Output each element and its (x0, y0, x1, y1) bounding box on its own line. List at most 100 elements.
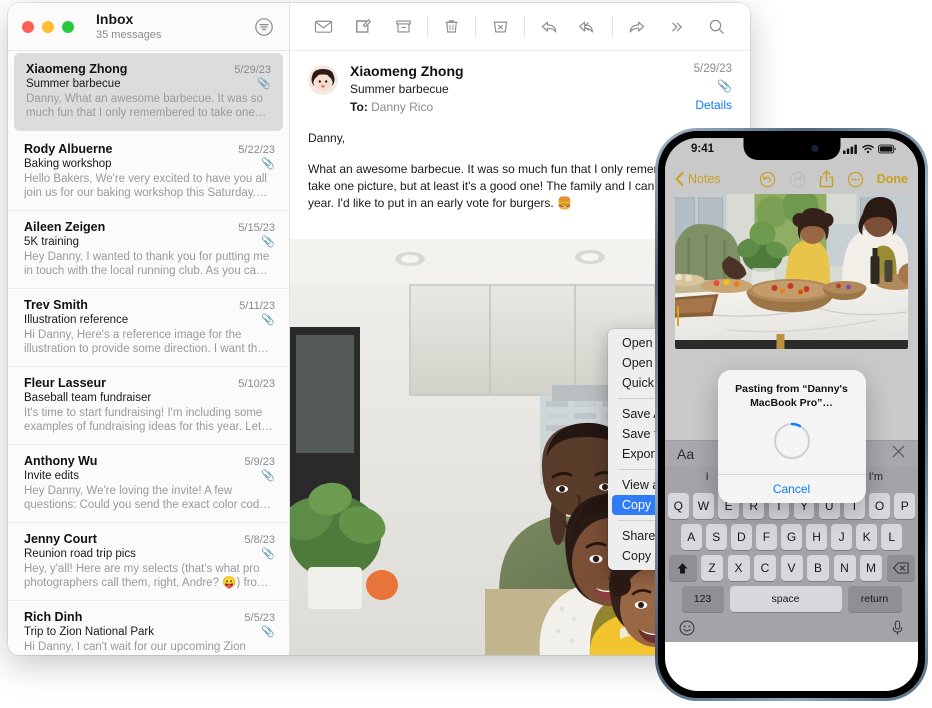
shift-key[interactable] (668, 555, 697, 581)
phone-bezel: 9:41 Notes Done Aa I I'm Q W E R T Y U I… (658, 131, 925, 698)
key-x[interactable]: X (727, 555, 750, 581)
key-l[interactable]: L (881, 524, 903, 550)
close-icon[interactable] (891, 444, 906, 463)
message-header: Xiaomeng Zhong Summer barbecue To: Danny… (290, 51, 750, 124)
close-window-button[interactable] (22, 20, 34, 33)
key-m[interactable]: M (860, 555, 882, 581)
cancel-button[interactable]: Cancel (718, 475, 866, 503)
list-item[interactable]: Anthony Wu 5/9/23 Invite edits 📎 Hey Danny, … (8, 445, 289, 523)
delete-icon[interactable] (432, 12, 472, 42)
paperclip-icon: 📎 (261, 469, 275, 482)
message-row-subject: Trip to Zion National Park 📎 (24, 626, 275, 638)
archive-icon[interactable] (383, 12, 423, 42)
status-time: 9:41 (691, 143, 715, 155)
junk-icon[interactable] (480, 12, 520, 42)
redo-icon[interactable] (789, 171, 806, 188)
message-count: 35 messages (96, 28, 162, 41)
message-sender: Rody Albuerne (24, 142, 113, 156)
key-d[interactable]: D (731, 524, 752, 550)
message-preview: Hi Danny, Here's a reference image for t… (24, 329, 269, 355)
list-item[interactable]: Rody Albuerne 5/22/23 Baking workshop 📎 Hell… (8, 133, 289, 211)
message-sender: Rich Dinh (24, 610, 83, 624)
message-sender: Jenny Court (24, 532, 97, 546)
numbers-key[interactable]: 123 (681, 586, 724, 612)
chevron-left-icon (675, 172, 684, 186)
undo-icon[interactable] (759, 171, 776, 188)
emoji-icon[interactable] (679, 620, 695, 636)
more-circle-icon[interactable] (847, 171, 864, 188)
return-key[interactable]: return (847, 586, 902, 612)
list-item[interactable]: Rich Dinh 5/5/23 Trip to Zion National Par… (8, 601, 289, 655)
progress-spinner (718, 410, 866, 474)
message-preview: Danny, What an awesome barbecue. It was … (26, 93, 263, 119)
list-item[interactable]: Jenny Court 5/8/23 Reunion road trip pics 📎… (8, 523, 289, 601)
key-v[interactable]: V (780, 555, 803, 581)
phone-screen: 9:41 Notes Done Aa I I'm Q W E R T Y U I… (665, 138, 918, 691)
key-j[interactable]: J (831, 524, 852, 550)
get-mail-icon[interactable] (304, 12, 344, 42)
back-to-notes-button[interactable]: Notes (675, 172, 721, 186)
key-n[interactable]: N (833, 555, 856, 581)
minimize-window-button[interactable] (42, 20, 54, 33)
message-row-top: Aileen Zeigen 5/15/23 (24, 220, 275, 234)
message-list[interactable]: Xiaomeng Zhong 5/29/23 Summer barbecue 📎 Dan… (8, 51, 289, 655)
key-o[interactable]: O (869, 493, 890, 519)
key-a[interactable]: A (680, 524, 702, 550)
backspace-key[interactable] (886, 555, 915, 581)
key-p[interactable]: P (894, 493, 916, 519)
message-preview: Hello Bakers, We're very excited to have… (24, 173, 268, 199)
list-item[interactable]: Aileen Zeigen 5/15/23 5K training 📎 Hey Dann… (8, 211, 289, 289)
text-format-button[interactable]: Aa (677, 446, 694, 462)
search-icon[interactable] (696, 12, 736, 42)
key-c[interactable]: C (754, 555, 776, 581)
filter-icon[interactable] (253, 16, 275, 38)
mail-window: Inbox 35 messages Xiaomeng Zhong 5/29/23 S… (8, 3, 750, 655)
message-subject: Invite edits (24, 470, 79, 482)
toolbar-separator (524, 16, 525, 37)
more-icon[interactable] (657, 12, 697, 42)
zoom-window-button[interactable] (62, 20, 74, 33)
key-f[interactable]: F (756, 524, 777, 550)
forward-icon[interactable] (617, 12, 657, 42)
sender-name: Xiaomeng Zhong (350, 63, 464, 79)
list-item[interactable]: Trev Smith 5/11/23 Illustration reference 📎… (8, 289, 289, 367)
list-item[interactable]: Fleur Lasseur 5/10/23 Baseball team fundra… (8, 367, 289, 445)
key-q[interactable]: Q (667, 493, 689, 519)
key-g[interactable]: G (781, 524, 802, 550)
keyboard-row-2[interactable]: ASDFGHJKL (665, 524, 918, 550)
message-row-subject: Baking workshop 📎 (24, 158, 275, 170)
keyboard-row-3[interactable]: ZXCVBNM (665, 555, 918, 581)
message-row-top: Trev Smith 5/11/23 (24, 298, 275, 312)
message-row-subject: Baseball team fundraiser (24, 392, 275, 404)
keyboard-row-4[interactable]: 123 space return (665, 586, 918, 612)
key-w[interactable]: W (693, 493, 714, 519)
microphone-icon[interactable] (891, 620, 904, 636)
message-sender: Xiaomeng Zhong (26, 62, 128, 76)
message-preview: Hi Danny, I can't wait for our upcoming … (24, 641, 246, 653)
paperclip-icon: 📎 (261, 547, 275, 560)
message-row-subject: Reunion road trip pics 📎 (24, 548, 275, 560)
done-button[interactable]: Done (877, 172, 908, 186)
message-sender: Fleur Lasseur (24, 376, 106, 390)
message-sender: Aileen Zeigen (24, 220, 106, 234)
message-date: 5/15/23 (238, 222, 275, 234)
compose-icon[interactable] (344, 12, 384, 42)
avatar (308, 65, 338, 95)
list-item[interactable]: Xiaomeng Zhong 5/29/23 Summer barbecue 📎 Dan… (14, 53, 283, 131)
details-link[interactable]: Details (694, 98, 732, 112)
key-h[interactable]: H (806, 524, 827, 550)
paste-dialog-title: Pasting from “Danny's MacBook Pro”… (735, 383, 848, 409)
text-caret (677, 306, 679, 326)
space-key[interactable]: space (729, 586, 842, 612)
key-k[interactable]: K (856, 524, 877, 550)
share-icon[interactable] (819, 170, 834, 188)
key-b[interactable]: B (807, 555, 829, 581)
key-s[interactable]: S (706, 524, 727, 550)
note-photo[interactable] (675, 194, 908, 349)
reply-all-icon[interactable] (569, 12, 609, 42)
paste-dialog: Pasting from “Danny's MacBook Pro”… Canc… (717, 370, 866, 503)
key-z[interactable]: Z (701, 555, 723, 581)
paperclip-icon: 📎 (261, 625, 275, 638)
paperclip-icon: 📎 (717, 79, 732, 93)
reply-icon[interactable] (529, 12, 569, 42)
